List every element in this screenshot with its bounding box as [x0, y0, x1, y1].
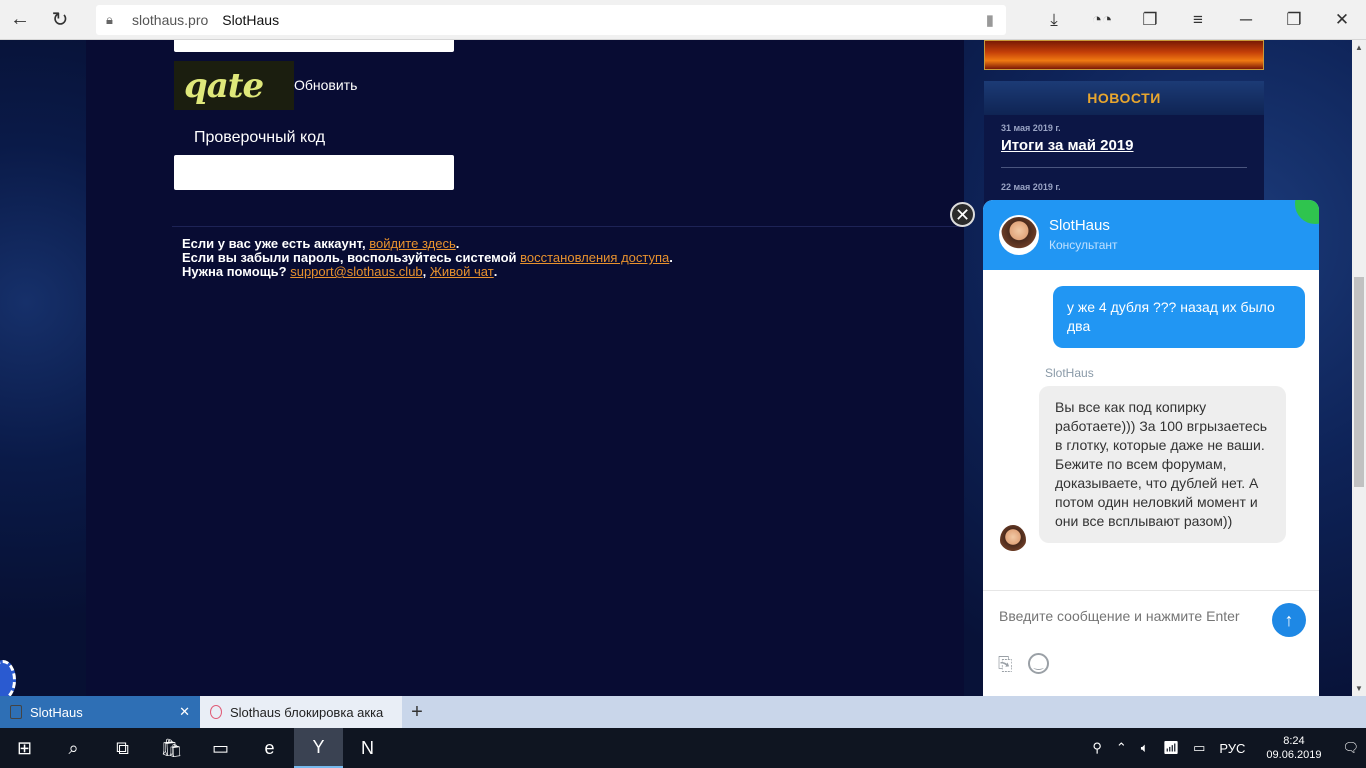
tab-slothaus-block[interactable]: Slothaus блокировка акка [200, 696, 402, 728]
notifications-icon[interactable]: 🗨︎ [1342, 740, 1359, 756]
address-domain: slothaus.pro [132, 12, 209, 28]
back-arrow-icon[interactable]: ← [0, 0, 40, 40]
help-line3-suffix: . [493, 264, 498, 279]
help-line2-text: Если вы забыли пароль, воспользуйтесь си… [182, 250, 521, 265]
clock-date: 09.06.2019 [1266, 749, 1322, 761]
network-icon[interactable]: 📶︎ [1163, 740, 1180, 756]
tab-strip: SlotHaus ✕ Slothaus блокировка акка + [0, 696, 1366, 728]
collections-icon[interactable]: ❐ [1126, 0, 1174, 40]
background-left [0, 40, 86, 696]
chat-operator-name: SlotHaus [1049, 217, 1110, 234]
tab-slothaus[interactable]: SlotHaus ✕ [0, 696, 200, 728]
previous-input-field[interactable] [174, 40, 454, 52]
outgoing-message: у же 4 дубля ??? назад их было два [1053, 286, 1305, 348]
operator-avatar [999, 215, 1039, 255]
address-bar[interactable]: 🔒︎ slothaus.pro SlotHaus ▮ [96, 5, 1006, 35]
news-item-date: 22 мая 2019 г. [1001, 182, 1061, 192]
emoji-icon[interactable]: ‿ [1028, 653, 1049, 674]
address-page-title: SlotHaus [222, 12, 280, 28]
otzovik-favicon-icon [210, 705, 222, 719]
volume-icon[interactable]: 🔈︎ [1141, 740, 1149, 756]
chat-operator-role: Консультант [1049, 238, 1118, 252]
new-tab-icon[interactable]: + [402, 696, 432, 728]
yandex-browser-icon[interactable]: Y [294, 728, 343, 768]
chat-close-button[interactable]: ✕ [950, 202, 975, 227]
flame-banner[interactable] [984, 40, 1264, 70]
online-status-indicator [1295, 200, 1319, 224]
download-icon[interactable]: ⤓ [1030, 0, 1078, 40]
send-arrow-icon[interactable]: ↑ [1272, 603, 1306, 637]
captcha-image: qate [174, 61, 294, 110]
tab-close-icon[interactable]: ✕ [179, 704, 190, 720]
scroll-up-icon[interactable]: ▲ [1355, 43, 1363, 52]
help-line1-suffix: . [455, 236, 460, 251]
news-separator [1001, 167, 1247, 168]
support-email-link[interactable]: support@slothaus.club [290, 264, 422, 279]
people-icon[interactable]: ⚲ [1092, 740, 1102, 756]
chat-widget: SlotHaus Консультант у же 4 дубля ??? на… [983, 200, 1319, 696]
menu-icon[interactable]: ≡ [1174, 0, 1222, 40]
edge-icon[interactable]: e [245, 728, 294, 768]
restore-icon[interactable]: ❐ [1270, 0, 1318, 40]
lock-icon: 🔒︎ [106, 12, 113, 27]
divider [172, 226, 964, 227]
language-indicator[interactable]: РУС [1219, 741, 1245, 756]
windows-taskbar: ⊞ ⌕ ⧉ 🛍︎ ▭ e Y N ⚲ ⌃ 🔈︎ 📶︎ ▭ РУС 8:24 09… [0, 728, 1366, 768]
search-icon[interactable]: ⌕ [49, 728, 98, 768]
verification-code-label: Проверочный код [194, 129, 326, 146]
scroll-down-icon[interactable]: ▼ [1355, 684, 1363, 693]
incoming-message: Вы все как под копирку работаете))) За 1… [1039, 386, 1286, 543]
minimize-icon[interactable]: ─ [1222, 0, 1270, 40]
chat-header: SlotHaus Консультант [983, 200, 1319, 270]
tab-label: Slothaus блокировка акка [230, 704, 384, 720]
verification-code-input[interactable] [174, 155, 454, 190]
chevron-up-icon[interactable]: ⌃ [1116, 740, 1127, 756]
task-view-icon[interactable]: ⧉ [98, 728, 147, 768]
clock[interactable]: 8:24 09.06.2019 [1266, 734, 1321, 762]
login-link[interactable]: войдите здесь [369, 236, 456, 251]
close-window-icon[interactable]: ✕ [1318, 0, 1366, 40]
store-icon[interactable]: 🛍︎ [147, 728, 196, 768]
message-sender-name: SlotHaus [1045, 366, 1094, 380]
chat-message-input[interactable] [999, 608, 1261, 624]
clock-time: 8:24 [1283, 735, 1305, 747]
system-tray: ⚲ ⌃ 🔈︎ 📶︎ ▭ РУС 8:24 09.06.2019 🗨︎ [1085, 728, 1366, 768]
captcha-refresh-link[interactable]: Обновить [294, 77, 357, 93]
live-chat-link[interactable]: Живой чат [430, 264, 494, 279]
news-item-title[interactable]: Итоги за май 2019 [1001, 137, 1134, 154]
browser-toolbar: ← ↻ 🔒︎ slothaus.pro SlotHaus ▮ ⤓ ◔◔ ❐ ≡ … [0, 0, 1366, 40]
help-line1-text: Если у вас уже есть аккаунт, [182, 236, 370, 251]
help-line3-sep: , [422, 264, 430, 279]
page-scrollbar[interactable]: ▲ ▼ [1352, 40, 1366, 696]
chat-divider [983, 590, 1319, 591]
news-header: НОВОСТИ [984, 81, 1264, 115]
glasses-icon[interactable]: ◔◔ [1078, 0, 1126, 40]
toolbar-right: ⤓ ◔◔ ❐ ≡ ─ ❐ ✕ [1030, 0, 1366, 40]
slot-favicon-icon [10, 705, 22, 719]
tab-label: SlotHaus [30, 704, 83, 720]
recovery-link[interactable]: восстановления доступа [520, 250, 669, 265]
windows-start-icon[interactable]: ⊞ [0, 728, 49, 768]
news-item-date: 31 мая 2019 г. [1001, 123, 1061, 133]
message-avatar [1000, 525, 1026, 555]
main-content: qate Обновить Проверочный код Если у вас… [86, 40, 964, 696]
help-text: Если у вас уже есть аккаунт, войдите зде… [182, 237, 673, 279]
help-line2-suffix: . [669, 250, 673, 265]
help-line3-text: Нужна помощь? [182, 264, 291, 279]
bookmark-icon[interactable]: ▮ [986, 11, 994, 29]
reload-icon[interactable]: ↻ [40, 0, 80, 40]
attach-icon[interactable]: ⎘ [998, 654, 1012, 675]
battery-icon[interactable]: ▭ [1193, 740, 1205, 756]
file-explorer-icon[interactable]: ▭ [196, 728, 245, 768]
scrollbar-thumb[interactable] [1354, 277, 1364, 487]
netflix-icon[interactable]: N [343, 728, 392, 768]
